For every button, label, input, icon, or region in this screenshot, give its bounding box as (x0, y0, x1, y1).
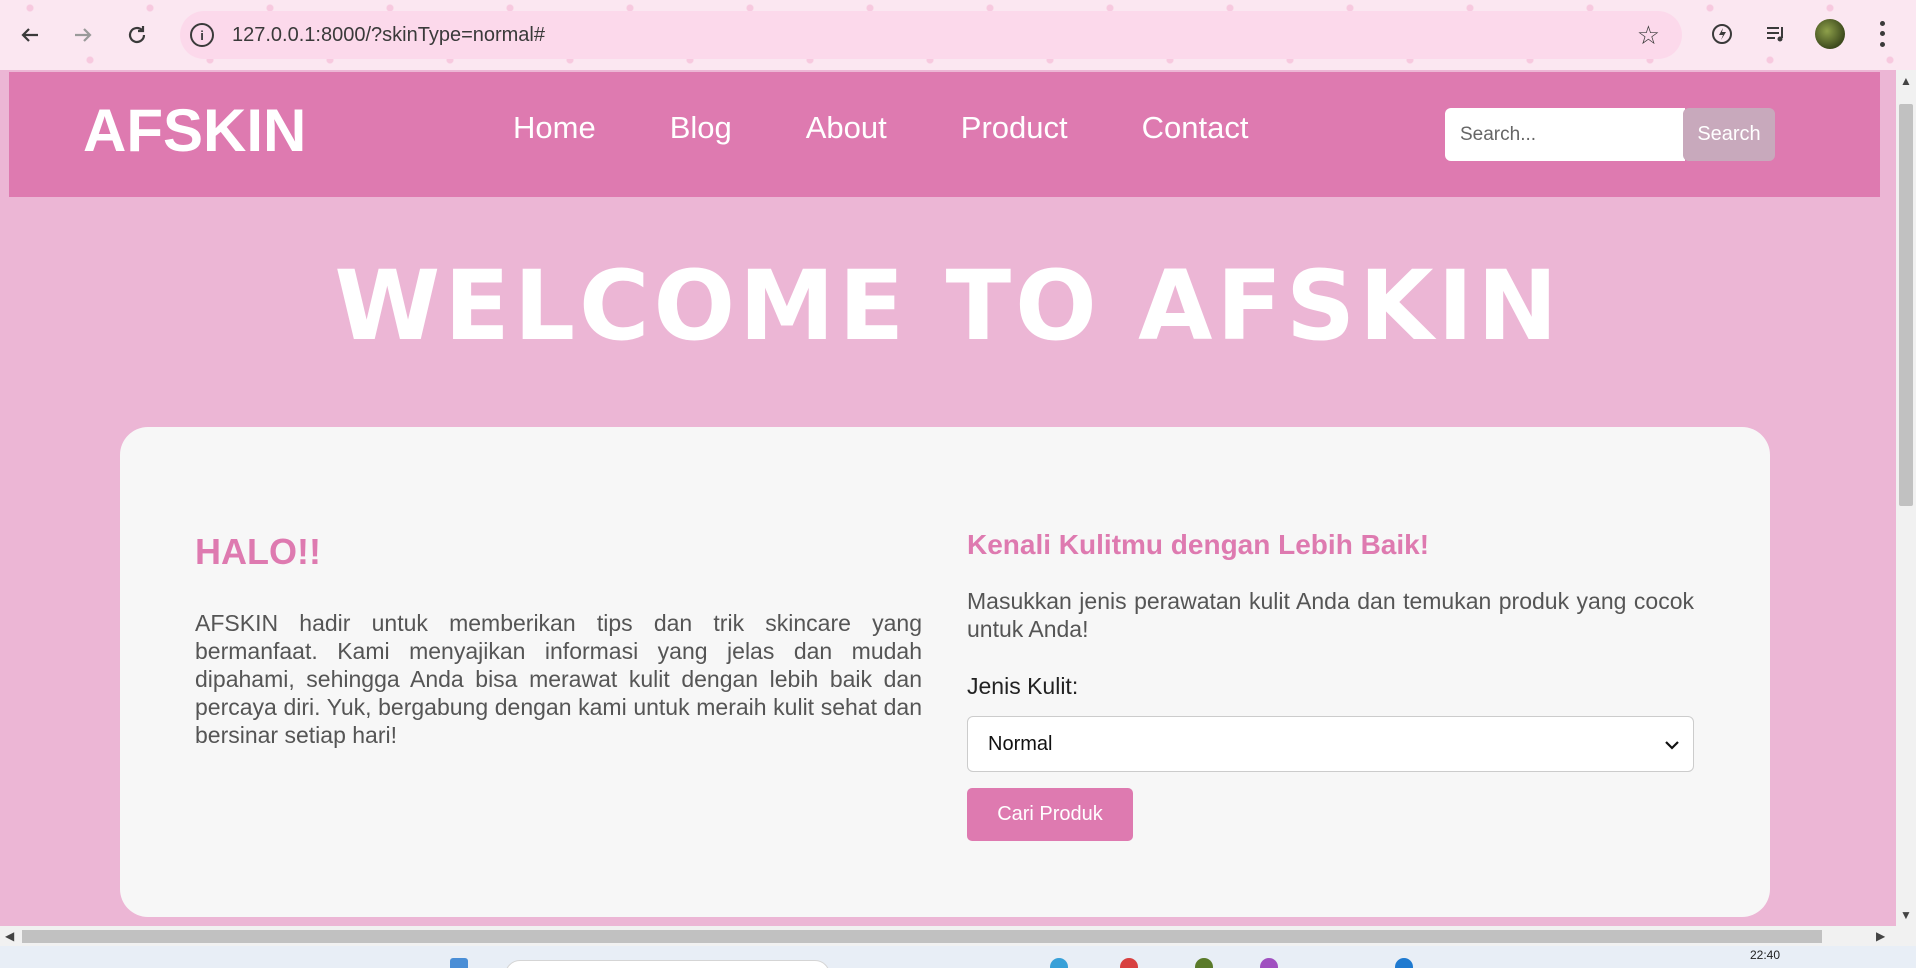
site-search: Search (1445, 108, 1775, 161)
intro-heading: HALO!! (195, 531, 321, 572)
skin-type-select[interactable]: Normal (967, 716, 1694, 772)
form-description: Masukkan jenis perawatan kulit Anda dan … (967, 588, 1694, 642)
info-icon[interactable]: i (190, 23, 214, 47)
address-url[interactable]: 127.0.0.1:8000/?skinType=normal# (232, 24, 545, 47)
extension-icon[interactable] (1707, 19, 1737, 49)
page-viewport: AFSKIN Home Blog About Product Contact S… (0, 70, 1896, 926)
skin-type-label: Jenis Kulit: (967, 673, 1079, 699)
scroll-up-icon[interactable]: ▲ (1900, 74, 1912, 88)
skin-type-selected: Normal (988, 732, 1053, 755)
nav-about[interactable]: About (806, 110, 887, 146)
media-control-icon[interactable] (1761, 19, 1791, 49)
nav-contact[interactable]: Contact (1142, 110, 1249, 146)
browser-toolbar: i 127.0.0.1:8000/?skinType=normal# ☆ (0, 0, 1916, 70)
skin-type-form: Kenali Kulitmu dengan Lebih Baik! Masukk… (967, 529, 1694, 841)
search-input[interactable] (1445, 108, 1685, 161)
scrollbar-corner (1896, 926, 1916, 946)
scroll-right-icon[interactable]: ▶ (1876, 929, 1885, 943)
profile-avatar[interactable] (1815, 19, 1845, 49)
intro-text: AFSKIN hadir untuk memberikan tips dan t… (195, 610, 922, 748)
vertical-scroll-thumb[interactable] (1899, 104, 1913, 506)
start-icon[interactable] (450, 958, 468, 968)
app-icon[interactable] (1260, 958, 1278, 968)
find-product-button[interactable]: Cari Produk (967, 788, 1133, 841)
os-taskbar: 22:40 (0, 946, 1916, 968)
horizontal-scroll-thumb[interactable] (22, 930, 1822, 943)
vertical-scrollbar[interactable]: ▲ ▼ (1896, 70, 1916, 926)
taskbar-clock: 22:40 (1750, 948, 1781, 962)
nav-home[interactable]: Home (513, 110, 596, 146)
more-vert-icon[interactable] (1872, 18, 1892, 50)
site-header: AFSKIN Home Blog About Product Contact S… (9, 72, 1880, 197)
app-icon[interactable] (1195, 958, 1213, 968)
scroll-left-icon[interactable]: ◀ (5, 929, 14, 943)
main-nav: Home Blog About Product Contact (513, 110, 1322, 146)
form-heading: Kenali Kulitmu dengan Lebih Baik! (967, 529, 1430, 560)
chevron-down-icon (1665, 734, 1679, 755)
horizontal-scrollbar[interactable]: ◀ ▶ (0, 926, 1896, 946)
taskbar-search[interactable] (505, 960, 830, 968)
forward-arrow-icon[interactable] (68, 20, 98, 50)
search-button[interactable]: Search (1683, 108, 1775, 161)
site-logo[interactable]: AFSKIN (83, 96, 306, 165)
app-icon[interactable] (1395, 958, 1413, 968)
reload-icon[interactable] (122, 20, 152, 50)
app-icon[interactable] (1120, 958, 1138, 968)
scroll-down-icon[interactable]: ▼ (1900, 908, 1912, 922)
star-icon[interactable]: ☆ (1637, 21, 1660, 49)
nav-blog[interactable]: Blog (670, 110, 732, 146)
address-bar[interactable]: i 127.0.0.1:8000/?skinType=normal# ☆ (180, 11, 1682, 59)
nav-product[interactable]: Product (961, 110, 1068, 146)
back-arrow-icon[interactable] (15, 20, 45, 50)
intro-section: HALO!! AFSKIN hadir untuk memberikan tip… (195, 531, 922, 749)
content-card: HALO!! AFSKIN hadir untuk memberikan tip… (120, 427, 1770, 917)
app-icon[interactable] (1050, 958, 1068, 968)
hero-title: WELCOME TO AFSKIN (334, 250, 1562, 362)
